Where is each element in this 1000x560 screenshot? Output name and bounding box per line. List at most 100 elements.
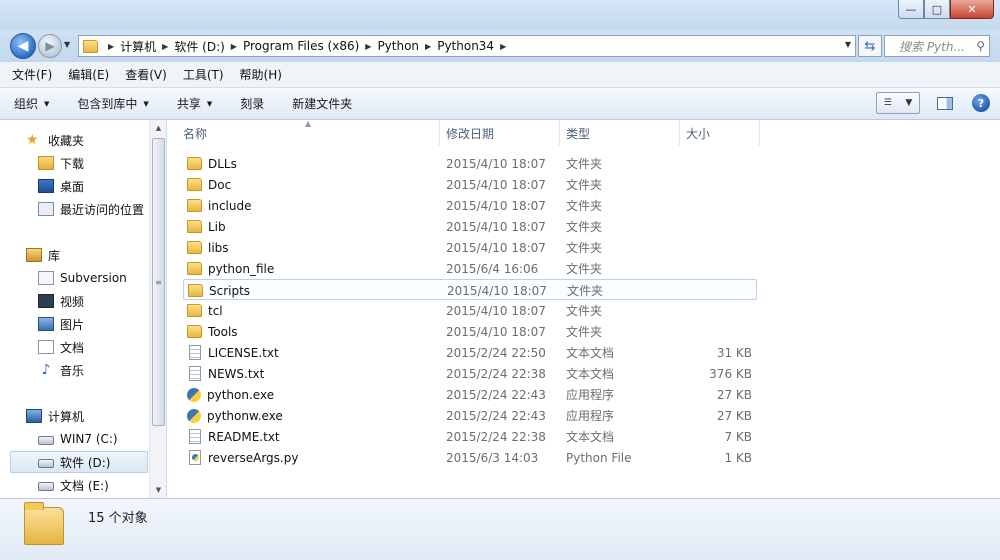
close-button[interactable]: ✕ [950, 0, 994, 19]
preview-pane-icon [937, 96, 953, 110]
nav-favorites[interactable]: ★ 收藏夹 [0, 129, 148, 151]
address-dropdown[interactable]: ▼ [845, 40, 851, 49]
organize-button[interactable]: 组织 ▼ [14, 95, 49, 112]
file-size [680, 176, 752, 193]
file-name: NEWS.txt [208, 366, 265, 381]
column-type-header[interactable]: 类型 [560, 120, 680, 146]
file-row[interactable]: Doc 2015/4/10 18:07 文件夹 [183, 174, 757, 195]
nav-drive-c[interactable]: WIN7 (C:) [0, 428, 148, 450]
star-icon: ★ [26, 132, 39, 148]
file-size: 31 KB [716, 345, 752, 360]
file-row[interactable]: Lib 2015/4/10 18:07 文件夹 [183, 216, 757, 237]
nav-scrollbar[interactable]: ▲ ≡ ▼ [149, 120, 166, 498]
menu-file[interactable]: 文件(F) [12, 66, 52, 83]
scrollbar-thumb[interactable]: ≡ [152, 138, 165, 426]
nav-music[interactable]: ♪ 音乐 [0, 359, 148, 381]
file-row[interactable]: python_file 2015/6/4 16:06 文件夹 [183, 258, 757, 279]
breadcrumb-program-files[interactable]: Program Files (x86) ▶ [243, 39, 377, 53]
search-input[interactable]: 搜索 Pyth... ⚲ [884, 35, 990, 57]
help-icon: ? [977, 96, 985, 110]
breadcrumb-root-arrow[interactable]: ▶ [102, 42, 120, 51]
back-button[interactable]: ◀ [10, 33, 36, 59]
nav-pictures[interactable]: 图片 [0, 313, 148, 335]
nav-documents[interactable]: 文档 [0, 336, 148, 358]
column-date-header[interactable]: 修改日期 [440, 120, 560, 146]
minimize-button[interactable]: — [898, 0, 924, 19]
chevron-right-icon: ▶ [108, 41, 115, 51]
help-button[interactable]: ? [972, 94, 990, 112]
arrow-right-icon: ▶ [45, 39, 55, 53]
nav-desktop[interactable]: 桌面 [0, 175, 148, 197]
column-headers: ▲ 名称 修改日期 类型 大小 [167, 119, 1000, 146]
new-folder-button[interactable]: 新建文件夹 [292, 95, 352, 112]
menu-help[interactable]: 帮助(H) [240, 66, 282, 83]
forward-button[interactable]: ▶ [38, 34, 62, 58]
chevron-right-icon: ▶ [365, 41, 372, 51]
menu-tools[interactable]: 工具(T) [183, 66, 224, 83]
maximize-button[interactable]: □ [924, 0, 950, 19]
file-date: 2015/4/10 18:07 [446, 156, 546, 171]
include-in-library-button[interactable]: 包含到库中 ▼ [77, 95, 148, 112]
file-name: Doc [208, 177, 232, 192]
file-row[interactable]: README.txt 2015/2/24 22:38 文本文档 7 KB [183, 426, 757, 447]
breadcrumb-computer[interactable]: 计算机 ▶ [120, 38, 174, 55]
nav-subversion[interactable]: Subversion [0, 267, 148, 289]
music-note-icon: ♪ [41, 362, 51, 378]
file-name: pythonw.exe [207, 408, 283, 423]
nav-drive-d[interactable]: 软件 (D:) [10, 451, 148, 473]
file-row[interactable]: LICENSE.txt 2015/2/24 22:50 文本文档 31 KB [183, 342, 757, 363]
file-name: python_file [208, 261, 275, 276]
menu-edit[interactable]: 编辑(E) [68, 66, 109, 83]
preview-pane-button[interactable] [934, 92, 956, 114]
scroll-down-icon[interactable]: ▼ [150, 482, 167, 498]
file-type: 文本文档 [566, 430, 615, 444]
nav-computer[interactable]: 计算机 [0, 405, 148, 427]
nav-videos[interactable]: 视频 [0, 290, 148, 312]
file-size [681, 282, 753, 299]
file-row[interactable]: reverseArgs.py 2015/6/3 14:03 Python Fil… [183, 447, 757, 468]
file-row[interactable]: tcl 2015/4/10 18:07 文件夹 [183, 300, 757, 321]
nav-downloads[interactable]: 下载 [0, 152, 148, 174]
file-row-hovered[interactable]: Scripts 2015/4/10 18:07 文件夹 [183, 279, 757, 300]
nav-drive-e[interactable]: 文档 (E:) [0, 474, 148, 496]
change-view-button[interactable]: ☰ ▼ [876, 92, 920, 114]
folder-icon [187, 241, 202, 254]
file-name: libs [208, 240, 229, 255]
refresh-button[interactable]: ⇆ [858, 35, 882, 57]
file-type: Python File [566, 450, 632, 465]
nav-label: 库 [48, 248, 61, 263]
file-size [680, 302, 752, 319]
file-row[interactable]: NEWS.txt 2015/2/24 22:38 文本文档 376 KB [183, 363, 757, 384]
breadcrumb-python[interactable]: Python ▶ [377, 39, 437, 53]
file-row[interactable]: include 2015/4/10 18:07 文件夹 [183, 195, 757, 216]
file-size [680, 218, 752, 235]
command-bar: 组织 ▼ 包含到库中 ▼ 共享 ▼ 刻录 新建文件夹 ☰ ▼ ? [0, 88, 1000, 120]
menu-view[interactable]: 查看(V) [125, 66, 167, 83]
file-type: 文件夹 [566, 220, 603, 234]
recent-pages-dropdown[interactable]: ▼ [64, 40, 70, 49]
file-row[interactable]: pythonw.exe 2015/2/24 22:43 应用程序 27 KB [183, 405, 757, 426]
share-button[interactable]: 共享 ▼ [177, 95, 212, 112]
file-row[interactable]: python.exe 2015/2/24 22:43 应用程序 27 KB [183, 384, 757, 405]
scroll-up-icon[interactable]: ▲ [150, 120, 167, 136]
burn-button[interactable]: 刻录 [240, 95, 264, 112]
file-date: 2015/4/10 18:07 [446, 198, 546, 213]
breadcrumb-drive-d[interactable]: 软件 (D:) ▶ [174, 38, 243, 55]
column-name-header[interactable]: 名称 [177, 120, 440, 146]
folder-icon [187, 220, 202, 233]
file-date: 2015/2/24 22:50 [446, 345, 546, 360]
file-row[interactable]: DLLs 2015/4/10 18:07 文件夹 [183, 153, 757, 174]
file-row[interactable]: Tools 2015/4/10 18:07 文件夹 [183, 321, 757, 342]
nav-recent-places[interactable]: 最近访问的位置 [0, 198, 148, 220]
column-size-header[interactable]: 大小 [680, 120, 760, 146]
nav-libraries[interactable]: 库 [0, 244, 148, 266]
file-row[interactable]: libs 2015/4/10 18:07 文件夹 [183, 237, 757, 258]
nav-label: Subversion [60, 271, 127, 285]
file-name: include [208, 198, 252, 213]
file-type: 文件夹 [566, 325, 603, 339]
file-type: 文件夹 [566, 241, 603, 255]
nav-label: WIN7 (C:) [60, 432, 118, 446]
file-name: python.exe [207, 387, 275, 402]
breadcrumb-python34[interactable]: Python34 ▶ [437, 39, 512, 53]
address-bar[interactable]: ▶ 计算机 ▶ 软件 (D:) ▶ Program Files (x86) ▶ Pyt… [78, 35, 856, 57]
